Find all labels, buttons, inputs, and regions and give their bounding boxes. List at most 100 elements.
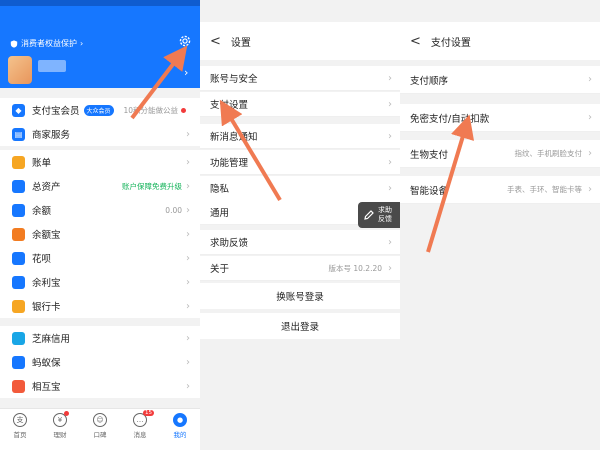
settings-item[interactable]: 账号与安全 › xyxy=(200,66,400,91)
yuebao-icon xyxy=(12,227,25,241)
settings-item-label: 隐私 xyxy=(210,184,230,195)
chevron-right-icon[interactable]: › xyxy=(184,66,188,79)
settings-item-label: 支付设置 xyxy=(210,100,249,111)
menu-row[interactable]: 余利宝 › xyxy=(0,270,200,294)
menu-row[interactable]: 账单 › xyxy=(0,150,200,174)
help-feedback-line1: 求助 xyxy=(378,206,392,214)
settings-item[interactable]: 关于 版本号 10.2.20 › xyxy=(200,256,400,281)
menu-row[interactable]: 蚂蚁保 › xyxy=(0,350,200,374)
member-icon: ◆ xyxy=(12,103,25,117)
page-title: 设置 xyxy=(230,37,251,49)
menu-right-text: 账户保障免费升级 xyxy=(122,181,182,191)
bottom-tab-bar: 支 首页 ¥ 理财 ☺ 口碑 … 15 消息 ● 我的 xyxy=(0,408,200,450)
member-right-text: 10积分能做公益 xyxy=(123,105,178,115)
tab-label: 消息 xyxy=(133,431,147,439)
pie-icon xyxy=(12,179,25,193)
shield-icon xyxy=(10,39,18,48)
settings-item[interactable]: 支付设置 › xyxy=(200,92,400,117)
menu-row[interactable]: 芝麻信用 › xyxy=(0,326,200,350)
member-label: 支付宝会员 xyxy=(32,106,80,117)
menu-row[interactable]: 相互宝 › xyxy=(0,374,200,398)
settings-item[interactable]: 功能管理 › xyxy=(200,150,400,175)
settings-item[interactable]: 求助反馈 › xyxy=(200,230,400,255)
menu-right-text: 0.00 xyxy=(165,205,182,215)
tab-label: 首页 xyxy=(13,431,27,439)
menu-row[interactable]: 花呗 › xyxy=(0,246,200,270)
chevron-right-icon: › xyxy=(588,74,592,85)
pencil-icon xyxy=(364,210,374,220)
user-name-blurred xyxy=(38,60,66,72)
payment-item-label: 智能设备 xyxy=(410,185,449,197)
nav-bar: < 设置 xyxy=(200,22,400,60)
tab-message[interactable]: … 15 消息 xyxy=(125,410,155,439)
menu-row[interactable]: 总资产 账户保障免费升级 › xyxy=(0,174,200,198)
chevron-right-icon: › xyxy=(186,332,190,344)
menu-label: 余利宝 xyxy=(32,278,61,289)
settings-item-label: 通用 xyxy=(210,208,230,219)
antbao-icon xyxy=(12,355,25,369)
back-icon[interactable]: < xyxy=(210,34,221,49)
chevron-right-icon: › xyxy=(388,130,392,142)
menu-label: 账单 xyxy=(32,158,52,169)
gear-icon[interactable] xyxy=(178,34,192,48)
merchant-label: 商家服务 xyxy=(32,130,71,141)
member-badge: 大众会员 xyxy=(83,104,114,116)
menu-label: 余额宝 xyxy=(32,230,61,241)
tab-mine[interactable]: ● 我的 xyxy=(165,413,195,439)
consumer-protection-label: 消费者权益保护 xyxy=(21,39,77,48)
settings-item-label: 关于 xyxy=(210,264,230,275)
consumer-protection-link[interactable]: 消费者权益保护 › xyxy=(10,38,83,49)
chevron-right-icon: › xyxy=(186,300,190,312)
chevron-right-icon: › xyxy=(388,72,392,84)
avatar[interactable] xyxy=(8,56,32,84)
tab-wealth[interactable]: ¥ 理财 xyxy=(45,411,75,439)
merchant-row[interactable]: ▤ 商家服务 › xyxy=(0,122,200,146)
back-icon[interactable]: < xyxy=(410,34,421,49)
chevron-right-icon: › xyxy=(588,184,592,195)
payment-settings-item[interactable]: 支付顺序 › xyxy=(400,66,600,94)
payment-item-value: 指纹、手机刷脸支付 xyxy=(514,149,583,158)
help-feedback-line2: 反馈 xyxy=(378,215,392,223)
heart-icon xyxy=(12,379,25,393)
payment-settings-item[interactable]: 免密支付/自动扣款 › xyxy=(400,104,600,132)
user-icon: ● xyxy=(173,413,187,427)
menu-label: 余额 xyxy=(32,206,52,217)
home-icon: 支 xyxy=(13,413,27,427)
member-row[interactable]: ◆ 支付宝会员 大众会员 10积分能做公益 xyxy=(0,98,200,122)
yen-icon xyxy=(12,203,25,217)
payment-settings-item[interactable]: 智能设备 手表、手环、智能卡等 › xyxy=(400,176,600,204)
chevron-right-icon: › xyxy=(186,180,190,192)
tab-koubei[interactable]: ☺ 口碑 xyxy=(85,413,115,439)
store-icon: ▤ xyxy=(12,127,25,141)
payment-settings-panel: < 支付设置 支付顺序 › 免密支付/自动扣款 › 生物支付 指纹、手机刷脸支付 › 智能设备… xyxy=(400,0,600,450)
menu-row[interactable]: 银行卡 › xyxy=(0,294,200,318)
tab-label: 理财 xyxy=(53,431,67,439)
chevron-right-icon: › xyxy=(186,380,190,392)
chevron-right-icon: › xyxy=(186,156,190,168)
settings-item-label: 求助反馈 xyxy=(210,238,249,249)
settings-item[interactable]: 新消息通知 › xyxy=(200,124,400,149)
koubei-icon: ☺ xyxy=(93,413,107,427)
help-feedback-label: 求助 反馈 xyxy=(378,206,392,224)
payment-item-label: 生物支付 xyxy=(410,149,449,161)
menu-label: 芝麻信用 xyxy=(32,334,71,345)
chevron-right-icon: › xyxy=(388,98,392,110)
menu-label: 银行卡 xyxy=(32,302,61,313)
menu-row[interactable]: 余额宝 › xyxy=(0,222,200,246)
tab-home[interactable]: 支 首页 xyxy=(5,413,35,439)
chevron-right-icon: › xyxy=(388,182,392,194)
chevron-right-icon: › xyxy=(80,39,84,48)
chevron-right-icon: › xyxy=(588,148,592,159)
payment-item-value: 手表、手环、智能卡等 xyxy=(507,185,582,194)
help-feedback-float-button[interactable]: 求助 反馈 xyxy=(358,202,400,228)
settings-item[interactable]: 隐私 › xyxy=(200,176,400,201)
menu-row[interactable]: 余额 0.00 › xyxy=(0,198,200,222)
menu-label: 相互宝 xyxy=(32,382,61,393)
menu-label: 总资产 xyxy=(32,182,61,193)
page-title: 支付设置 xyxy=(430,37,471,49)
logout-button[interactable]: 退出登录 xyxy=(200,313,400,339)
switch-account-button[interactable]: 换账号登录 xyxy=(200,283,400,309)
chevron-right-icon: › xyxy=(186,252,190,264)
settings-item-label: 功能管理 xyxy=(210,158,249,169)
payment-settings-item[interactable]: 生物支付 指纹、手机刷脸支付 › xyxy=(400,140,600,168)
